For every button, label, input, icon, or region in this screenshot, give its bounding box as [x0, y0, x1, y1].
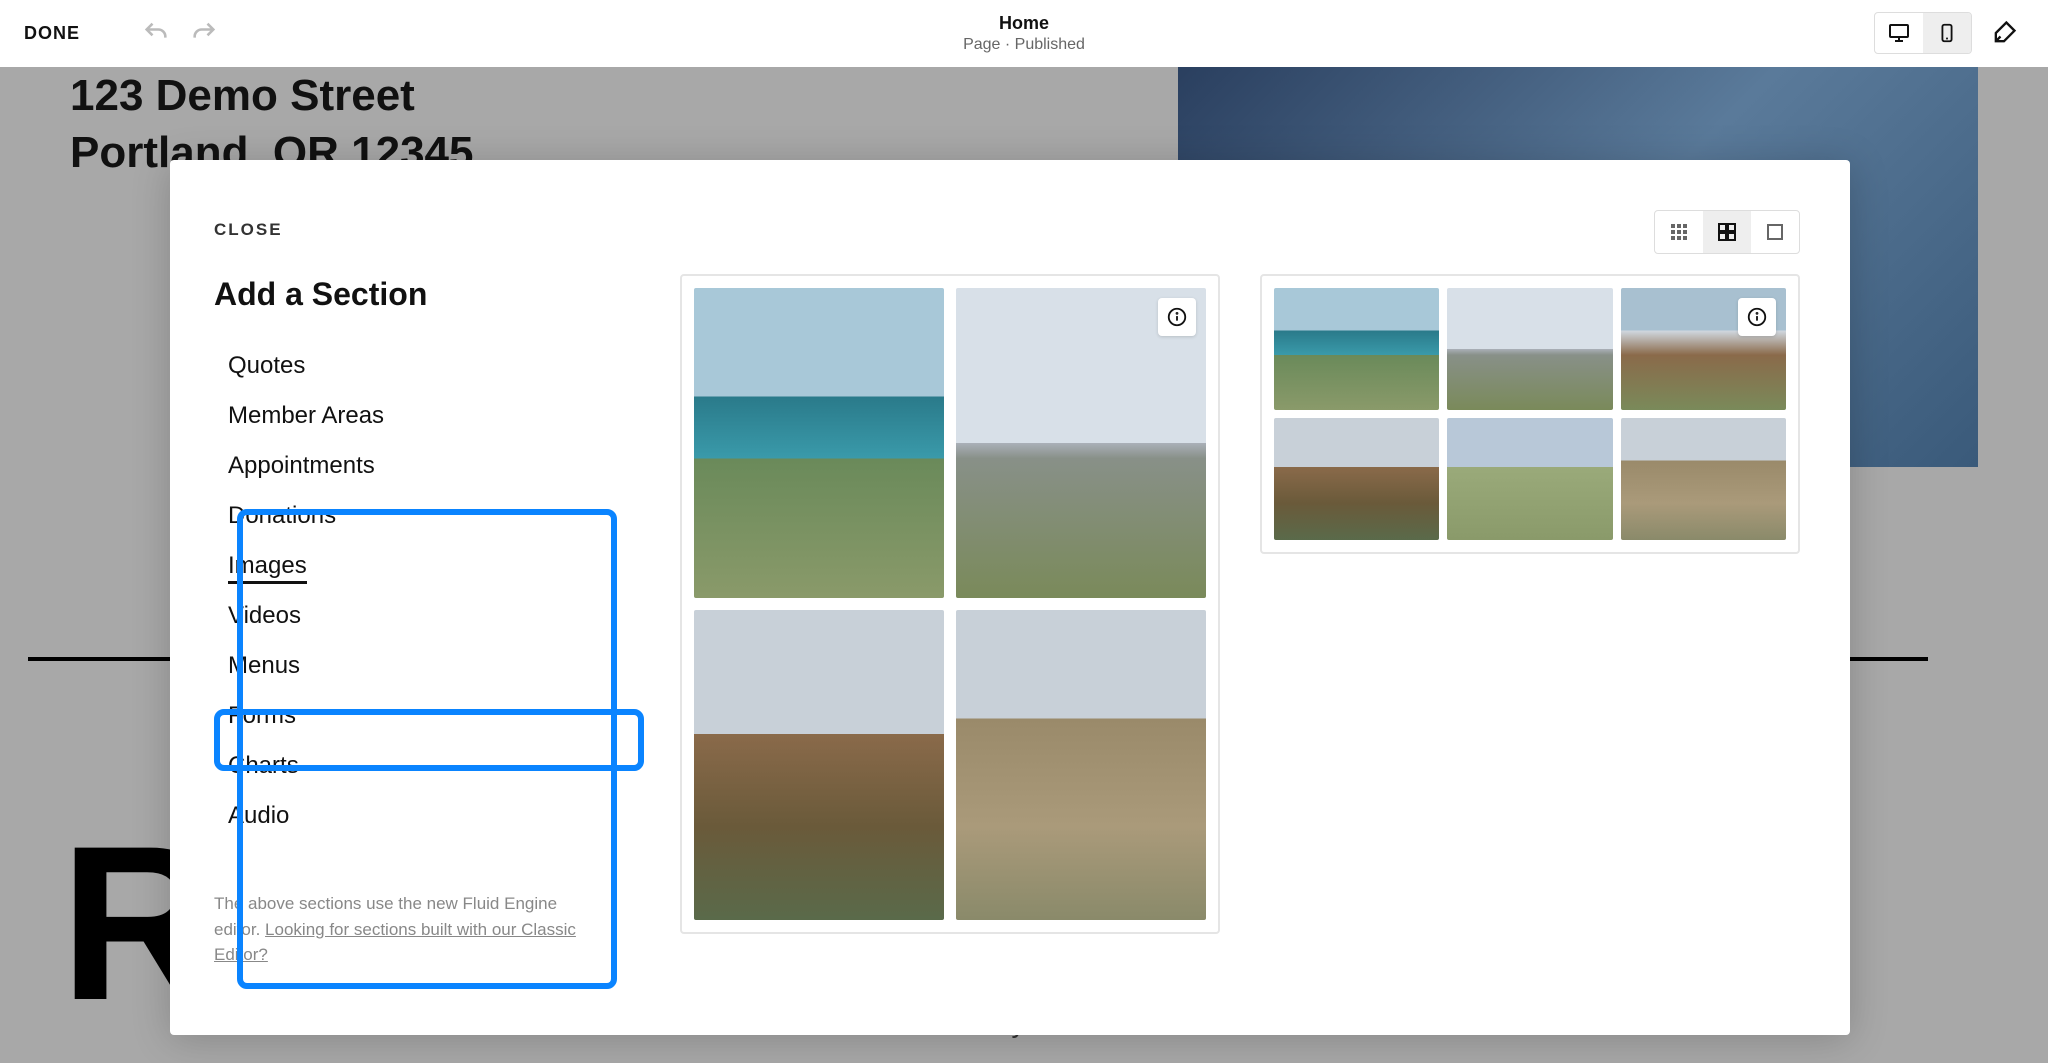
template-info-button[interactable] [1158, 298, 1196, 336]
template-image [1447, 288, 1612, 410]
category-label: Donations [228, 502, 336, 529]
info-icon [1166, 306, 1188, 328]
section-template-3x2[interactable] [1260, 274, 1800, 554]
view-controls [680, 210, 1800, 254]
styles-button[interactable] [1984, 13, 2024, 53]
category-label: Audio [228, 802, 289, 829]
template-gallery [680, 274, 1800, 934]
undo-button[interactable] [136, 13, 176, 53]
modal-title: Add a Section [214, 276, 636, 313]
category-label: Member Areas [228, 402, 384, 429]
page-title: Home [963, 13, 1085, 34]
template-grid [1274, 288, 1786, 540]
template-grid [694, 288, 1206, 920]
modal-sidebar: CLOSE Add a Section Quotes Member Areas … [170, 160, 680, 1035]
category-quotes[interactable]: Quotes [214, 341, 636, 391]
template-image [956, 610, 1206, 920]
redo-button[interactable] [184, 13, 224, 53]
grid-medium-icon [1717, 222, 1737, 242]
template-image [1274, 288, 1439, 410]
redo-icon [190, 19, 218, 47]
grid-small-icon [1669, 222, 1689, 242]
close-button[interactable]: CLOSE [214, 220, 636, 240]
view-medium-button[interactable] [1703, 211, 1751, 253]
topbar-center: Home Page · Published [963, 13, 1085, 54]
category-label: Charts [228, 752, 299, 779]
category-label: Quotes [228, 352, 305, 379]
category-donations[interactable]: Donations [214, 491, 636, 541]
category-audio[interactable]: Audio [214, 791, 636, 841]
template-image [694, 288, 944, 598]
category-member-areas[interactable]: Member Areas [214, 391, 636, 441]
category-charts[interactable]: Charts [214, 741, 636, 791]
section-template-2x2[interactable] [680, 274, 1220, 934]
category-label: Images [228, 552, 307, 584]
template-image [1274, 418, 1439, 540]
category-videos[interactable]: Videos [214, 591, 636, 641]
footer-note: The above sections use the new Fluid Eng… [214, 891, 584, 968]
add-section-modal: CLOSE Add a Section Quotes Member Areas … [170, 160, 1850, 1035]
device-preview-group [1874, 12, 1972, 54]
editor-topbar: DONE Home Page · Published [0, 0, 2048, 67]
history-buttons [136, 13, 224, 53]
template-image [1447, 418, 1612, 540]
category-appointments[interactable]: Appointments [214, 441, 636, 491]
brush-icon [1990, 19, 2018, 47]
template-info-button[interactable] [1738, 298, 1776, 336]
template-image [1621, 418, 1786, 540]
category-label: Forms [228, 702, 296, 729]
category-label: Videos [228, 602, 301, 629]
grid-large-icon [1765, 222, 1785, 242]
category-forms[interactable]: Forms [214, 691, 636, 741]
category-images[interactable]: Images [214, 541, 636, 591]
category-list: Quotes Member Areas Appointments Donatio… [214, 341, 636, 841]
page-subtitle: Page · Published [963, 36, 1085, 54]
undo-icon [142, 19, 170, 47]
topbar-left: DONE [24, 13, 224, 53]
view-size-group [1654, 210, 1800, 254]
template-image [694, 610, 944, 920]
info-icon [1746, 306, 1768, 328]
mobile-icon [1936, 22, 1958, 44]
desktop-icon [1887, 21, 1911, 45]
category-menus[interactable]: Menus [214, 641, 636, 691]
view-small-button[interactable] [1655, 211, 1703, 253]
topbar-right [1874, 12, 2024, 54]
classic-editor-link[interactable]: Looking for sections built with our Clas… [214, 920, 576, 965]
mobile-preview-button[interactable] [1923, 13, 1971, 53]
address-line-1: 123 Demo Street [70, 67, 473, 124]
done-button[interactable]: DONE [24, 23, 80, 44]
view-large-button[interactable] [1751, 211, 1799, 253]
desktop-preview-button[interactable] [1875, 13, 1923, 53]
modal-content [680, 160, 1850, 1035]
category-label: Menus [228, 652, 300, 679]
category-label: Appointments [228, 452, 375, 479]
